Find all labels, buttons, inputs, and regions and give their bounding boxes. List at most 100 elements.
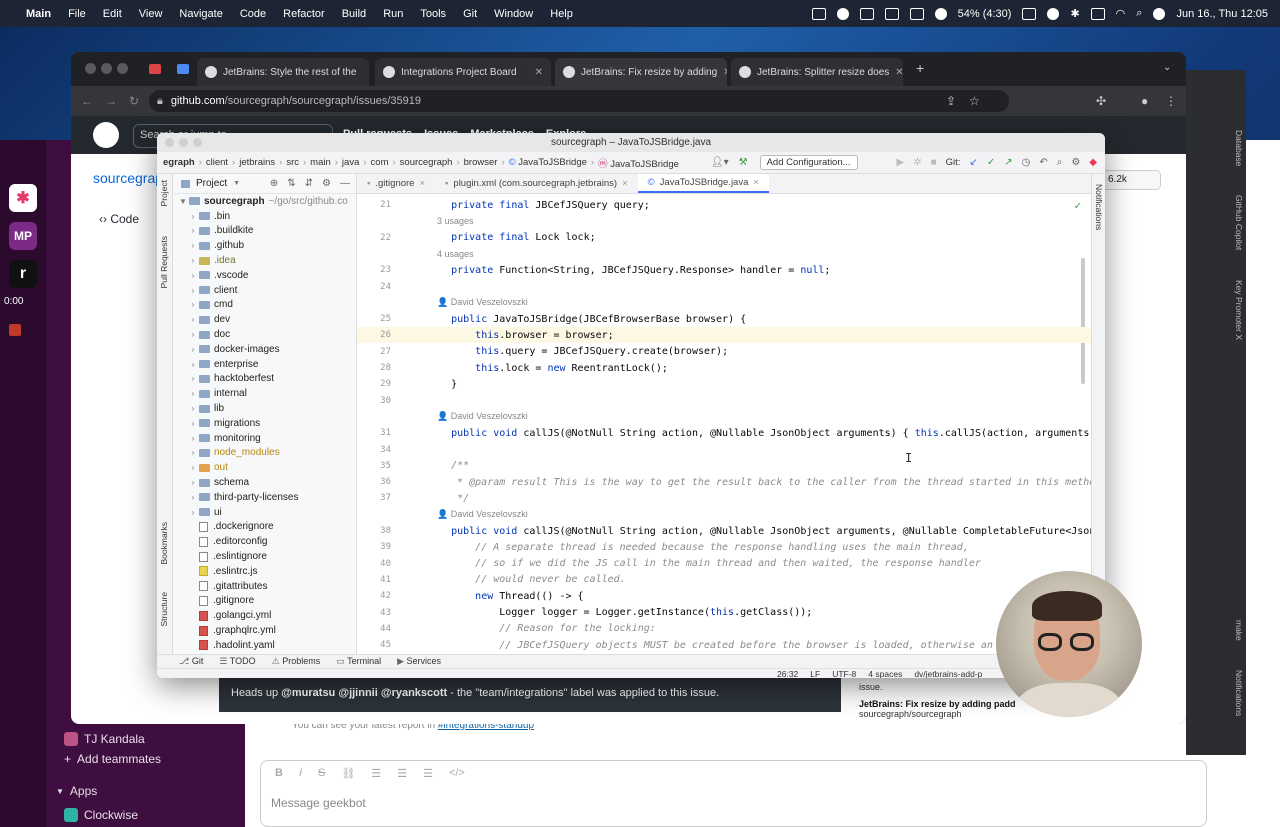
chevron-right-icon[interactable]: › xyxy=(187,404,199,413)
quote-button[interactable]: ☰ xyxy=(423,767,433,780)
workspace-mp-icon[interactable]: MP xyxy=(9,222,37,250)
git-branch[interactable]: dv/jetbrains-add-p xyxy=(914,669,982,679)
stop-icon[interactable]: ■ xyxy=(931,157,937,168)
key-promoter-tool-label[interactable]: Key Promoter X xyxy=(1234,280,1244,340)
battery-percent[interactable]: 54% (4:30) xyxy=(958,8,1012,20)
grammarly-icon[interactable] xyxy=(934,7,947,20)
project-view-selector[interactable]: Project xyxy=(196,178,227,189)
breadcrumb-java[interactable]: java xyxy=(340,157,361,168)
reload-icon[interactable]: ↻ xyxy=(129,94,139,108)
profile-avatar[interactable]: ● xyxy=(1141,94,1148,108)
tree-item[interactable]: › .idea xyxy=(173,253,356,268)
tool-window-terminal[interactable]: ▭ Terminal xyxy=(336,656,381,667)
breadcrumb-com[interactable]: com xyxy=(369,157,391,168)
chrome-menu-icon[interactable]: ⋮ xyxy=(1165,94,1177,108)
copilot-tool-label[interactable]: GitHub Copilot xyxy=(1234,195,1244,250)
hide-panel-icon[interactable]: — xyxy=(340,178,350,189)
make-tool-label[interactable]: make xyxy=(1234,620,1244,641)
tree-item[interactable]: › .github xyxy=(173,238,356,253)
workspace-r-icon[interactable]: r xyxy=(9,260,37,288)
menu-code[interactable]: Code xyxy=(240,8,266,20)
tree-root[interactable]: ▼ sourcegraph ~/go/src/github.co xyxy=(173,194,356,209)
datetime[interactable]: Jun 16., Thu 12:05 xyxy=(1176,8,1268,20)
bookmarks-tool-button[interactable]: Bookmarks xyxy=(159,522,169,565)
member-tj-kandala[interactable]: TJ Kandala xyxy=(64,732,145,746)
tool-window-problems[interactable]: ⚠ Problems xyxy=(272,656,321,667)
italic-button[interactable]: I xyxy=(299,767,302,780)
siri-icon[interactable] xyxy=(1153,7,1166,20)
chevron-right-icon[interactable]: › xyxy=(187,212,199,221)
code-line[interactable]: 44 // Reason for the locking: xyxy=(357,621,1091,637)
code-button[interactable]: </> xyxy=(449,767,465,780)
menu-edit[interactable]: Edit xyxy=(103,8,122,20)
tree-item[interactable]: › client xyxy=(173,283,356,298)
chevron-right-icon[interactable]: › xyxy=(187,226,199,235)
menu-tools[interactable]: Tools xyxy=(420,8,446,20)
panel-settings-icon[interactable]: ⚙ xyxy=(322,178,331,189)
notifications-tool-button[interactable]: Notifications xyxy=(1094,184,1104,230)
chrome-tab-fix-resize[interactable]: JetBrains: Fix resize by adding ✕ xyxy=(555,58,727,86)
collapse-all-icon[interactable]: ⇵ xyxy=(305,178,313,189)
close-window-button[interactable] xyxy=(85,63,96,74)
chevron-right-icon[interactable]: › xyxy=(187,345,199,354)
chevron-right-icon[interactable]: › xyxy=(187,419,199,428)
code-line[interactable]: 38 public void callJS(@NotNull String ac… xyxy=(357,523,1091,539)
tab-search-icon[interactable]: ⌄ xyxy=(1163,62,1171,73)
cloud-icon[interactable] xyxy=(836,7,849,20)
git-history-icon[interactable]: ◷ xyxy=(1022,157,1031,168)
close-tab-icon[interactable]: ✕ xyxy=(895,67,903,78)
breadcrumb-jetbrains[interactable]: jetbrains xyxy=(237,157,277,168)
user-icon[interactable]: 👤︎▾ xyxy=(711,157,729,168)
linked-pr-title[interactable]: JetBrains: Fix resize by adding padd xyxy=(859,699,1016,709)
breadcrumb-browser[interactable]: browser xyxy=(462,157,500,168)
mentions[interactable]: @muratsu @jjinnii @ryankscott xyxy=(281,687,447,699)
minimize-window-button[interactable] xyxy=(179,138,188,147)
locate-file-icon[interactable]: ⊕ xyxy=(270,178,278,189)
breadcrumb-client[interactable]: client xyxy=(204,157,230,168)
code-vision-hint[interactable]: 4 usages xyxy=(357,246,1091,262)
code-line[interactable]: 37 */ xyxy=(357,490,1091,506)
caret-position[interactable]: 26:32 xyxy=(777,669,798,679)
chevron-right-icon[interactable]: › xyxy=(187,389,199,398)
chevron-right-icon[interactable]: › xyxy=(187,300,199,309)
tree-item[interactable]: › third-party-licenses xyxy=(173,490,356,505)
tree-item[interactable]: › doc xyxy=(173,327,356,342)
git-update-icon[interactable]: ↙ xyxy=(969,157,977,168)
pull-requests-tool-button[interactable]: Pull Requests xyxy=(159,236,169,288)
forward-arrow-icon[interactable]: → xyxy=(105,94,117,108)
database-tool-label[interactable]: Database xyxy=(1234,130,1244,166)
code-line[interactable]: 29 } xyxy=(357,376,1091,392)
editor-tab[interactable]: ▪ plugin.xml (com.sourcegraph.jetbrains) × xyxy=(435,174,638,193)
editor-tab[interactable]: ▪ .gitignore × xyxy=(357,174,435,193)
chevron-right-icon[interactable]: › xyxy=(187,478,199,487)
tool-window-services[interactable]: ▶ Services xyxy=(397,656,441,667)
shield-icon[interactable] xyxy=(1047,7,1060,20)
tree-item[interactable]: › .buildkite xyxy=(173,224,356,239)
wifi-icon[interactable]: ◠ xyxy=(1116,7,1126,20)
menu-view[interactable]: View xyxy=(139,8,163,20)
tree-item[interactable]: .eslintrc.js xyxy=(173,564,356,579)
bluetooth-icon[interactable]: ✱ xyxy=(1070,7,1079,20)
breadcrumb-src[interactable]: src xyxy=(284,157,301,168)
code-line[interactable]: 31 public void callJS(@NotNull String ac… xyxy=(357,425,1091,441)
chevron-down-icon[interactable]: ▼ xyxy=(233,180,240,187)
project-tool-button[interactable]: Project xyxy=(159,180,169,206)
link-button[interactable]: ⛓ xyxy=(341,767,355,780)
zoom-window-button[interactable] xyxy=(117,63,128,74)
tree-item[interactable]: .graphqlrc.yml xyxy=(173,623,356,638)
code-line[interactable]: 36 * @param result This is the way to ge… xyxy=(357,474,1091,490)
tree-item[interactable]: › enterprise xyxy=(173,357,356,372)
tool-window-todo[interactable]: ☰ TODO xyxy=(219,656,255,667)
code-line[interactable]: 21 private final JBCefJSQuery query; xyxy=(357,197,1091,213)
code-line[interactable]: 24 xyxy=(357,279,1091,295)
tree-item[interactable]: › node_modules xyxy=(173,446,356,461)
editor-tab[interactable]: © JavaToJSBridge.java × xyxy=(637,174,769,193)
close-tab-icon[interactable]: × xyxy=(622,178,628,189)
code-editor[interactable]: ✓ 21 private final JBCefJSQuery query; 3… xyxy=(357,194,1091,654)
code-vision-hint[interactable]: 👤 David Veszelovszki xyxy=(357,409,1091,425)
breadcrumb-class[interactable]: © JavaToJSBridge xyxy=(507,157,589,168)
new-tab-button[interactable]: + xyxy=(916,60,924,76)
code-line[interactable]: 34 xyxy=(357,442,1091,458)
indent-setting[interactable]: 4 spaces xyxy=(868,669,902,679)
tree-item[interactable]: › ui xyxy=(173,505,356,520)
